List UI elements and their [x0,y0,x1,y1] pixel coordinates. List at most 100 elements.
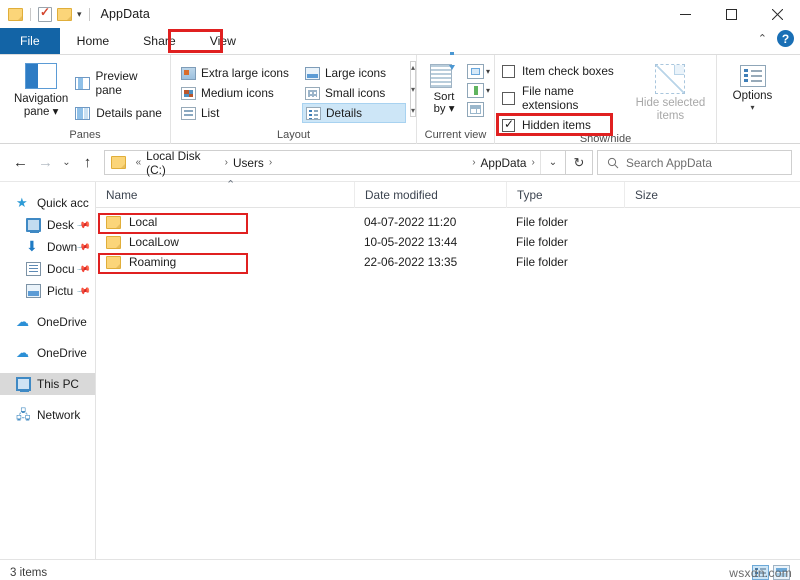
recent-locations-button[interactable]: ⌄ [58,150,75,175]
sidebar-item-onedrive-2[interactable]: ☁ OneDrive [0,342,95,364]
network-icon: 🖧 [16,408,31,422]
sort-by-label-line1: Sort [434,91,455,103]
help-icon[interactable]: ? [777,30,794,47]
breadcrumb-separator[interactable]: › [225,157,228,168]
sidebar-item-downloads[interactable]: ⬇ Down 📌 [0,236,95,258]
breadcrumb-item-drive[interactable]: Local Disk (C:) [146,149,220,177]
this-pc-icon [16,377,31,391]
collapse-ribbon-icon[interactable]: ⌃ [758,32,767,45]
sidebar-item-quick-access[interactable]: ★ Quick acc [0,192,95,214]
address-bar[interactable]: « Local Disk (C:) › Users › › AppData › … [104,150,566,175]
sidebar-item-desktop[interactable]: Desk 📌 [0,214,95,236]
column-header-name[interactable]: Name ⌃ [96,182,354,208]
sort-by-button[interactable]: Sort by ▾ [424,63,464,117]
column-header-type[interactable]: Type [506,182,624,208]
sidebar-item-onedrive-1[interactable]: ☁ OneDrive [0,311,95,333]
tab-share[interactable]: Share [126,28,193,54]
scroll-down-icon[interactable]: ▾ [411,85,415,94]
layout-details[interactable]: Details [302,103,406,123]
group-by-button[interactable]: ▾ [467,83,490,98]
cloud-icon: ☁ [16,346,31,360]
quick-access-toolbar: ▾ [8,7,92,22]
sidebar-item-label: Desk [47,218,74,232]
forward-button[interactable]: → [33,150,58,175]
list-icon [181,107,196,120]
file-name-extensions-label: File name extensions [522,84,620,112]
search-input[interactable]: Search AppData [626,156,712,170]
refresh-button[interactable]: ↻ [566,150,593,175]
layout-large-icons[interactable]: Large icons [302,63,406,83]
sidebar-item-network[interactable]: 🖧 Network [0,404,95,426]
item-check-boxes-checkbox[interactable] [502,65,515,78]
star-icon: ★ [16,196,31,210]
layout-small-icons[interactable]: Small icons [302,83,406,103]
scroll-up-icon[interactable]: ▴ [411,63,415,72]
size-all-columns-button[interactable] [467,102,490,117]
layout-medium-icons[interactable]: Medium icons [178,83,300,103]
current-view-group-label: Current view [417,128,494,144]
main-area: ★ Quick acc Desk 📌 ⬇ Down 📌 Docu 📌 Pictu [0,181,800,559]
properties-icon[interactable] [38,7,52,22]
hide-selected-items-button[interactable]: Hide selected items [632,61,709,123]
address-folder-icon [111,156,126,169]
ribbon-group-panes: Navigation pane ▾ Preview pane Details p… [0,55,170,144]
up-button[interactable]: ↑ [75,150,100,175]
scroll-more-icon[interactable]: ▾ [411,106,415,115]
layout-label: Small icons [325,86,385,100]
navigation-pane-button[interactable]: Navigation pane ▾ [7,61,75,119]
breadcrumb-separator[interactable]: › [472,157,475,168]
item-check-boxes-row[interactable]: Item check boxes [502,64,620,78]
column-header-date-modified[interactable]: Date modified [354,182,506,208]
preview-pane-button[interactable]: Preview pane [75,69,163,97]
hidden-items-checkbox[interactable] [502,119,515,132]
tab-home[interactable]: Home [60,28,127,54]
sidebar-item-label: This PC [37,377,79,391]
sidebar-item-documents[interactable]: Docu 📌 [0,258,95,280]
table-row[interactable]: Roaming 22-06-2022 13:35 File folder [96,252,800,272]
watermark: wsxdn.com [729,566,792,580]
panes-group-label: Panes [0,128,170,144]
layout-label: List [201,106,219,120]
breadcrumb-item-users[interactable]: Users [233,156,264,170]
row-type-cell: File folder [506,255,624,269]
breadcrumb-overflow-icon[interactable]: « [136,157,142,168]
file-name: Local [129,215,157,229]
table-row[interactable]: LocalLow 10-05-2022 13:44 File folder [96,232,800,252]
customize-dropdown-icon[interactable]: ▾ [77,10,82,19]
ribbon-help-row: ⌃ ? [758,30,794,47]
options-button[interactable]: Options ▾ [724,61,781,112]
chevron-down-icon[interactable]: ▾ [486,86,490,95]
chevron-down-icon[interactable]: ▾ [750,103,754,112]
close-button[interactable] [754,0,800,28]
details-icon [306,107,321,120]
tab-file[interactable]: File [0,28,60,54]
show-hide-checkbox-list: Item check boxes File name extensions Hi… [502,61,620,132]
breadcrumb-separator[interactable]: › [269,157,272,168]
back-button[interactable]: ← [8,150,33,175]
chevron-down-icon[interactable]: ▾ [486,67,490,76]
column-header-size[interactable]: Size [624,182,724,208]
minimize-button[interactable] [662,0,708,28]
hide-selected-items-icon [655,64,685,94]
table-row[interactable]: Local 04-07-2022 11:20 File folder [96,212,800,232]
file-name-extensions-row[interactable]: File name extensions [502,84,620,112]
new-folder-icon[interactable] [57,8,72,21]
breadcrumb-separator[interactable]: › [531,157,534,168]
tab-view[interactable]: View [193,28,253,54]
maximize-button[interactable] [708,0,754,28]
search-box[interactable]: Search AppData [597,150,792,175]
address-dropdown-icon[interactable]: ⌄ [540,151,565,174]
sidebar-item-this-pc[interactable]: This PC [0,373,95,395]
layout-list[interactable]: List [178,103,300,123]
hidden-items-row[interactable]: Hidden items [502,118,620,132]
file-name-extensions-checkbox[interactable] [502,92,515,105]
navigation-pane-label-line1: Navigation [14,93,68,105]
documents-icon [26,262,41,276]
sort-ascending-icon: ⌃ [226,178,235,191]
sidebar-item-pictures[interactable]: Pictu 📌 [0,280,95,302]
add-columns-button[interactable]: ▾ [467,64,490,79]
folder-icon[interactable] [8,8,23,21]
breadcrumb-item-appdata[interactable]: AppData [481,156,527,170]
details-pane-button[interactable]: Details pane [75,106,163,120]
layout-extra-large-icons[interactable]: Extra large icons [178,63,300,83]
